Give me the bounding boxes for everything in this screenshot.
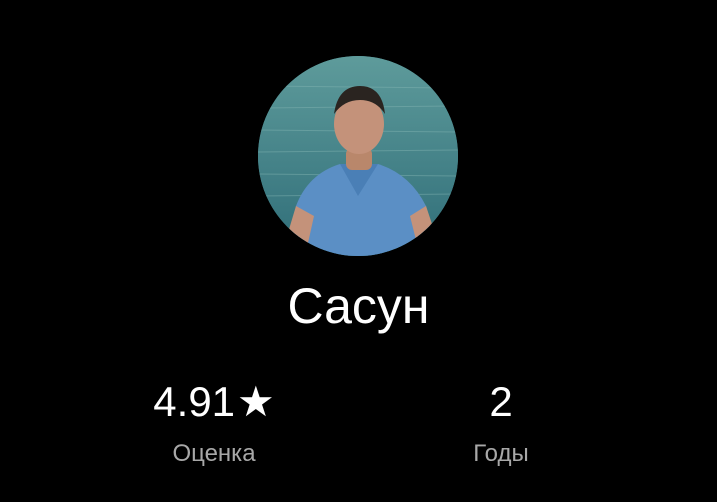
years-value: 2 [489, 378, 513, 425]
rating-label: Оценка [172, 440, 256, 467]
rating-value: 4.91 [153, 378, 236, 425]
driver-avatar [258, 56, 458, 256]
star-icon: ★ [237, 378, 275, 425]
driver-name: Сасун [287, 278, 430, 334]
years-label: Годы [473, 440, 529, 467]
rating-value-row: 4.91★ [114, 376, 314, 428]
